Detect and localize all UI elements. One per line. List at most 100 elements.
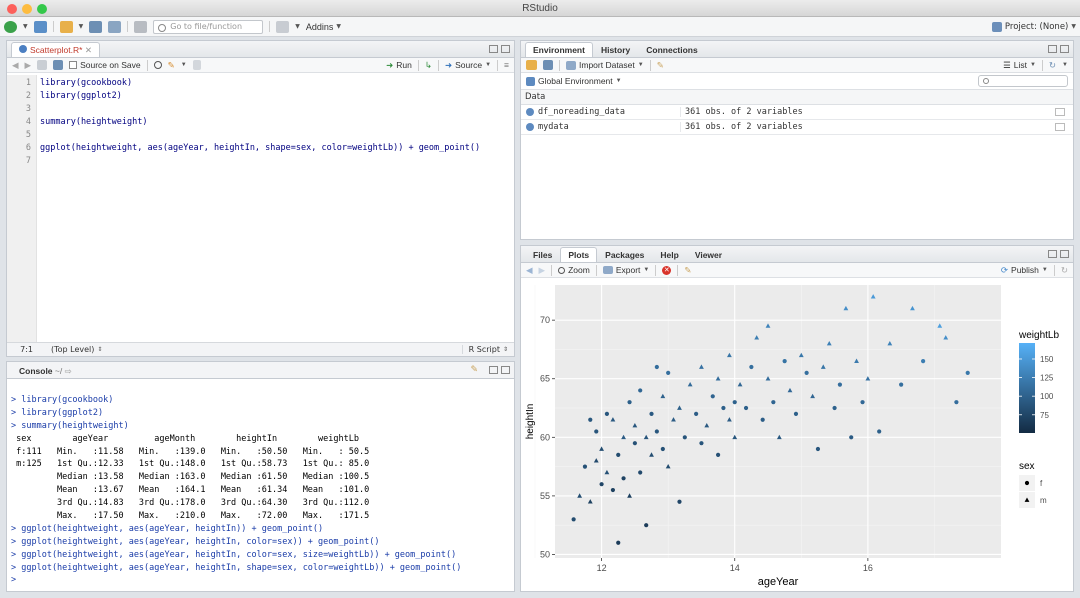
back-icon[interactable]: ◀: [12, 60, 19, 71]
code-line[interactable]: [40, 129, 514, 142]
save-icon[interactable]: [53, 60, 64, 70]
line-number: 4: [25, 117, 31, 127]
open-folder-icon[interactable]: [59, 20, 73, 33]
pane-window-controls[interactable]: [489, 366, 510, 374]
tab-history[interactable]: History: [593, 42, 638, 57]
minimize-pane-icon[interactable]: [1048, 250, 1057, 258]
zoom-button[interactable]: Zoom: [558, 265, 590, 275]
file-type-dropdown[interactable]: R Script ⇕: [461, 345, 514, 354]
minimize-window-button[interactable]: [22, 4, 32, 14]
show-in-window-icon[interactable]: [37, 60, 48, 70]
code-line[interactable]: library(gcookbook): [40, 77, 514, 90]
toolbar-divider: [1041, 59, 1043, 71]
close-tab-icon[interactable]: ✕: [85, 45, 92, 55]
scope-dropdown[interactable]: (Top Level) ⇕: [37, 345, 102, 354]
chevron-down-icon[interactable]: ▼: [23, 23, 28, 30]
view-table-icon[interactable]: [1055, 123, 1065, 131]
data-point-f: [649, 411, 654, 416]
search-icon[interactable]: [153, 61, 162, 69]
maximize-pane-icon[interactable]: [1060, 45, 1069, 53]
remove-plot-icon[interactable]: ✕: [662, 265, 672, 275]
export-button[interactable]: Export ▼: [602, 265, 649, 275]
previous-plot-icon[interactable]: ◀: [526, 265, 533, 276]
refresh-icon[interactable]: ↻: [1049, 60, 1056, 71]
print-icon[interactable]: [134, 20, 148, 33]
code-line[interactable]: library(ggplot2): [40, 90, 514, 103]
source-button[interactable]: ➜ Source ▼: [445, 60, 491, 71]
broom-icon[interactable]: ✎: [657, 60, 664, 71]
broom-icon[interactable]: ✎: [684, 265, 691, 276]
refresh-icon[interactable]: ↻: [1061, 265, 1068, 276]
source-on-save-checkbox[interactable]: Source on Save: [69, 60, 141, 70]
tab-connections[interactable]: Connections: [638, 42, 705, 57]
code-editor[interactable]: library(gcookbook) library(ggplot2) summar…: [40, 75, 514, 342]
go-to-directory-icon[interactable]: ⇨: [65, 366, 72, 376]
tab-plots[interactable]: Plots: [560, 247, 598, 262]
chevron-down-icon[interactable]: ▼: [181, 62, 187, 68]
forward-icon[interactable]: ▶: [25, 60, 32, 71]
tab-console[interactable]: Console ~/ ⇨: [11, 363, 80, 378]
new-file-icon[interactable]: [4, 20, 17, 33]
rerun-icon[interactable]: ↳: [425, 60, 432, 71]
save-all-icon[interactable]: [108, 20, 122, 33]
load-workspace-icon[interactable]: [526, 60, 537, 70]
import-dataset-button[interactable]: Import Dataset ▼: [566, 60, 644, 70]
minimize-pane-icon[interactable]: [1048, 45, 1057, 53]
maximize-pane-icon[interactable]: [501, 366, 510, 374]
maximize-pane-icon[interactable]: [1060, 250, 1069, 258]
chevron-down-icon[interactable]: ▼: [1062, 62, 1068, 68]
compile-report-icon[interactable]: [192, 60, 201, 70]
expand-icon[interactable]: [526, 108, 534, 116]
console-output[interactable]: > library(gcookbook) > library(ggplot2) > …: [11, 394, 510, 587]
save-icon[interactable]: [89, 20, 103, 33]
save-workspace-icon[interactable]: [543, 60, 553, 70]
magic-wand-icon[interactable]: ✎: [168, 60, 175, 71]
tab-viewer[interactable]: Viewer: [687, 247, 730, 262]
line-number: 7: [25, 156, 31, 166]
global-environment-dropdown[interactable]: Global Environment ▼: [526, 76, 622, 86]
next-plot-icon[interactable]: ▶: [539, 265, 546, 276]
chevron-down-icon[interactable]: ▼: [79, 23, 84, 30]
goto-file-input[interactable]: Go to file/function: [153, 19, 264, 34]
clear-console-icon[interactable]: ✎: [470, 365, 478, 375]
toolbar-divider: [1053, 264, 1055, 276]
close-window-button[interactable]: [7, 4, 17, 14]
line-number: 3: [25, 104, 31, 114]
zoom-window-button[interactable]: [37, 4, 47, 14]
view-table-icon[interactable]: [1055, 108, 1065, 116]
expand-icon[interactable]: [526, 123, 534, 131]
pane-window-controls[interactable]: [1048, 250, 1069, 258]
console-output-line: 3rd Qu.:14.83 3rd Qu.:178.0 3rd Qu.:64.3…: [11, 498, 370, 509]
maximize-pane-icon[interactable]: [501, 45, 510, 53]
publish-button[interactable]: ⟳ Publish ▼: [1001, 265, 1048, 276]
chevron-down-icon[interactable]: ▼: [295, 23, 300, 30]
editor-tabbar: Scatterplot.R* ✕: [7, 41, 514, 58]
code-line[interactable]: [40, 155, 514, 168]
grid-layout-icon[interactable]: [276, 20, 290, 33]
code-line[interactable]: ggplot(heightweight, aes(ageYear, height…: [40, 142, 514, 155]
addins-menu[interactable]: Addins ▼: [306, 22, 341, 32]
tab-packages[interactable]: Packages: [597, 247, 652, 262]
pane-window-controls[interactable]: [489, 45, 510, 53]
run-button[interactable]: ➜ Run: [386, 60, 412, 71]
tab-help[interactable]: Help: [652, 247, 686, 262]
tab-files[interactable]: Files: [525, 247, 560, 262]
environment-row[interactable]: df_noreading_data 361 obs. of 2 variables: [521, 105, 1073, 120]
environment-tabbar: Environment History Connections: [521, 41, 1073, 58]
tab-scatterplot[interactable]: Scatterplot.R* ✕: [11, 42, 100, 57]
outline-icon[interactable]: ≡: [504, 60, 509, 70]
code-line[interactable]: summary(heightweight): [40, 116, 514, 129]
environment-search-input[interactable]: [978, 75, 1068, 87]
minimize-pane-icon[interactable]: [489, 45, 498, 53]
window-title-bar: RStudio: [0, 0, 1080, 17]
project-menu[interactable]: Project: (None) ▼: [991, 21, 1076, 32]
minimize-pane-icon[interactable]: [489, 366, 498, 374]
new-project-icon[interactable]: [33, 20, 47, 33]
environment-row[interactable]: mydata 361 obs. of 2 variables: [521, 120, 1073, 135]
list-view-dropdown[interactable]: ☰ List ▼: [1003, 60, 1036, 71]
console-command-line: > ggplot(heightweight, aes(ageYear, heig…: [11, 536, 380, 547]
tab-environment[interactable]: Environment: [525, 42, 593, 57]
data-point-f: [954, 400, 959, 405]
pane-window-controls[interactable]: [1048, 45, 1069, 53]
code-line[interactable]: [40, 103, 514, 116]
